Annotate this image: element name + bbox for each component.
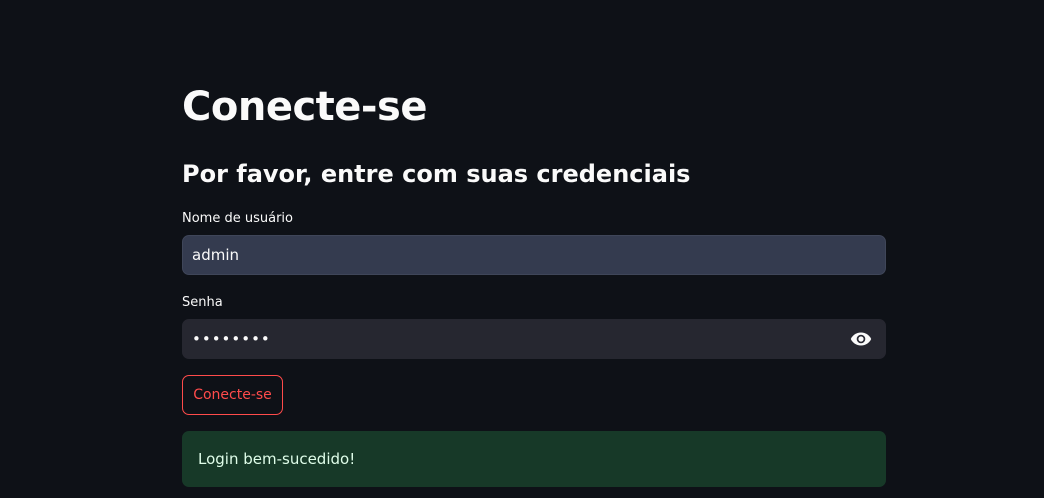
success-alert-message: Login bem-sucedido! [198, 450, 356, 468]
app-root: Conecte-se Por favor, entre com suas cre… [0, 0, 1044, 498]
eye-icon [850, 332, 872, 346]
password-input-container [182, 319, 886, 359]
page-subtitle: Por favor, entre com suas credenciais [182, 160, 691, 188]
username-input-container [182, 235, 886, 275]
login-button[interactable]: Conecte-se [182, 375, 283, 415]
page-title: Conecte-se [182, 84, 427, 130]
username-label: Nome de usuário [182, 211, 293, 226]
success-alert: Login bem-sucedido! [182, 431, 886, 487]
show-password-button[interactable] [847, 326, 875, 352]
password-input[interactable] [183, 320, 833, 358]
username-input[interactable] [183, 236, 885, 274]
password-label: Senha [182, 295, 223, 310]
